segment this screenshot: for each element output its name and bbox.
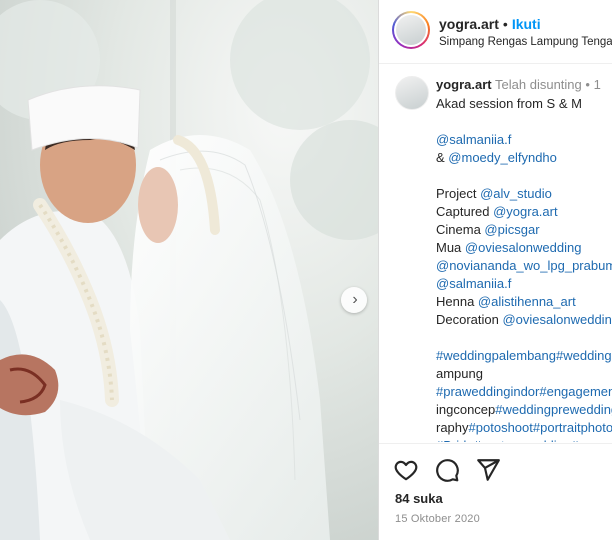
hashtag-link[interactable]: #Bride [436,438,474,442]
caption-text-fragment: Mua [436,240,465,255]
caption-text-fragment: Henna [436,294,478,309]
hashtag-link[interactable]: # [571,438,578,442]
caption-text-fragment: & [436,150,449,165]
avatar[interactable] [392,11,430,49]
caption-text-fragment: Decoration [436,312,503,327]
hashtag-link[interactable]: #portraitphotography [533,420,612,435]
caption-text-fragment: raphy [436,420,469,435]
location-link[interactable]: Simpang Rengas Lampung Tengah [439,36,612,48]
hashtag-link[interactable]: #weddingpalembang [436,348,556,363]
follow-button[interactable]: Ikuti [512,16,541,32]
mention-link[interactable]: @picsgar [484,222,539,237]
caption-line: Decoration @oviesalonwedding [436,311,612,329]
caption-line: #weddingpalembang#weddinglampung [436,347,612,365]
mention-link[interactable]: @salmaniia.f [436,276,511,291]
caption-text-fragment: Project [436,186,481,201]
caption-line: ingconcep#weddingpreweddingphotog [436,401,612,419]
username-link[interactable]: yogra.art [439,16,499,32]
mention-link[interactable]: @moedy_elfyndho [448,150,557,165]
edited-label: Telah disunting [495,77,582,92]
hashtag-link[interactable]: #weddingpreweddingphotog [495,402,612,417]
caption-line: @salmaniia.f [436,131,612,149]
avatar[interactable] [395,76,429,110]
caption-text-fragment: ingconcep [436,402,496,417]
caption-text-fragment: Cinema [436,222,485,237]
caption-line [436,329,612,347]
chevron-right-icon: › [352,291,358,308]
mention-link[interactable]: @alistihenna_art [478,294,576,309]
caption-text: Akad session from S & M @salmaniia.f & @m… [436,95,612,442]
post-date[interactable]: 15 Oktober 2020 [395,513,480,525]
mention-link[interactable]: @noviananda_wo_lpg_prabumulih [436,258,612,273]
mention-link[interactable]: @salmaniia.f [436,132,511,147]
hashtag-link[interactable]: #customwedding [474,438,572,442]
caption-line: Akad session from S & M [436,95,612,113]
caption-line: Mua @oviesalonwedding [436,239,612,257]
mention-link[interactable]: @yogra.art [493,204,558,219]
heart-icon[interactable] [393,457,419,483]
mention-link[interactable]: @alv_studio [480,186,552,201]
next-photo-button[interactable]: › [341,287,367,313]
hashtag-link[interactable]: #praweddingindor [436,384,539,399]
header-user-line: yogra.art • Ikuti [439,16,541,32]
caption-line: #Bride#customwedding# [436,437,612,442]
caption-line: Henna @alistihenna_art [436,293,612,311]
caption-line: raphy#potoshoot#portraitphotography [436,419,612,437]
profile-picture [396,15,426,45]
caption-line: Project @alv_studio [436,185,612,203]
caption-text-fragment: Akad session from S & M [436,96,582,111]
caption-line: @salmaniia.f [436,275,612,293]
caption-text-fragment: ampung [436,366,483,381]
post-header: yogra.art • Ikuti Simpang Rengas Lampung T… [379,0,612,64]
post-actions: 84 suka 15 Oktober 2020 [379,443,612,540]
send-icon[interactable] [475,457,501,483]
caption-line: & @moedy_elfyndho [436,149,612,167]
caption-header: yogra.art Telah disunting • 1 [436,77,601,92]
caption-username-link[interactable]: yogra.art [436,77,492,92]
hashtag-link[interactable]: #weddinglampung [556,348,612,363]
post-side-panel: yogra.art • Ikuti Simpang Rengas Lampung T… [378,0,612,540]
likes-count[interactable]: 84 suka [395,491,443,506]
caption-line: ampung [436,365,612,383]
caption-line: Cinema @picsgar [436,221,612,239]
edited-separator: • [585,77,590,92]
caption-line [436,167,612,185]
hashtag-link[interactable]: #potoshoot [469,420,533,435]
hashtag-link[interactable]: #engagement [539,384,612,399]
post-photo[interactable]: › [0,0,378,540]
wedding-photo [0,0,378,540]
caption-line: #praweddingindor#engagement [436,383,612,401]
caption-area[interactable]: yogra.art Telah disunting • 1 Akad sessi… [379,64,612,442]
caption-line: @noviananda_wo_lpg_prabumulih [436,257,612,275]
comment-icon[interactable] [434,457,460,483]
mention-link[interactable]: @oviesalonwedding [465,240,582,255]
edited-time: 1 [593,77,601,92]
caption-line: Captured @yogra.art [436,203,612,221]
mention-link[interactable]: @oviesalonwedding [502,312,612,327]
separator-dot: • [502,16,508,32]
caption-line [436,113,612,131]
caption-text-fragment: Captured [436,204,494,219]
